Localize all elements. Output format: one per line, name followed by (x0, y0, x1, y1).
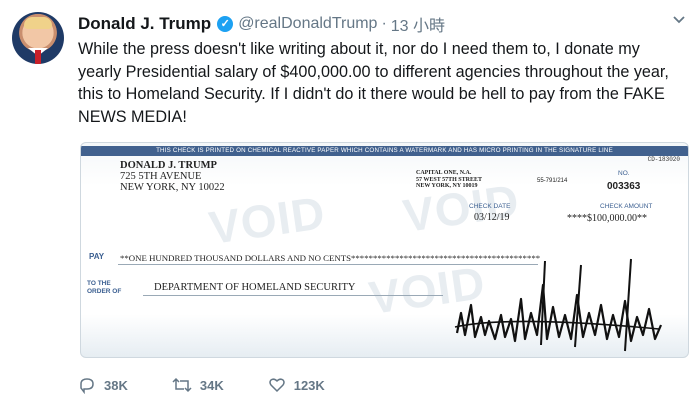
owner-street: 725 5TH AVENUE (120, 171, 202, 182)
reply-button[interactable]: 38K (78, 376, 128, 394)
payee-line (143, 295, 443, 296)
security-strip: THIS CHECK IS PRINTED ON CHEMICAL REACTI… (81, 146, 688, 156)
check-number-label: NO. (618, 170, 630, 177)
check-image[interactable]: THIS CHECK IS PRINTED ON CHEMICAL REACTI… (80, 142, 689, 358)
signature-graphic (454, 258, 663, 352)
verified-badge-icon: ✓ (217, 16, 234, 32)
payee-name: DEPARTMENT OF HOMELAND SECURITY (154, 282, 356, 293)
check-date: 03/12/19 (474, 212, 510, 223)
user-handle[interactable]: @realDonaldTrump (238, 15, 377, 33)
void-watermark: VOID (205, 186, 329, 254)
separator-dot: · (381, 15, 387, 32)
check-date-label: CHECK DATE (469, 203, 511, 210)
chevron-down-icon[interactable] (672, 12, 686, 30)
routing-fraction: 55-791/214 (537, 178, 568, 184)
check-amount: ****$100,000.00** (567, 213, 647, 224)
check-id: CD-183020 (647, 156, 680, 163)
check-number: 003363 (607, 181, 641, 192)
tweet-text: While the press doesn't like writing abo… (78, 40, 669, 126)
owner-city: NEW YORK, NY 10022 (120, 182, 225, 193)
avatar[interactable] (12, 12, 64, 64)
account-holder: DONALD J. TRUMP 725 5TH AVENUE NEW YORK,… (120, 160, 225, 193)
tweet-actions: 38K 34K 123K (78, 376, 369, 394)
heart-icon (268, 378, 285, 393)
display-name[interactable]: Donald J. Trump (78, 14, 211, 34)
retweet-icon (172, 377, 192, 393)
order-label-line1: TO THE (87, 280, 111, 287)
order-label: TO THE ORDER OF (87, 280, 121, 295)
check-amount-label: CHECK AMOUNT (600, 203, 653, 210)
retweet-button[interactable]: 34K (172, 376, 224, 394)
bank-address: CAPITAL ONE, N.A. 57 WEST 57TH STREET NE… (416, 170, 482, 190)
like-button[interactable]: 123K (268, 376, 325, 394)
retweet-count: 34K (199, 377, 224, 393)
bank-city: NEW YORK, NY 10019 (416, 183, 478, 189)
pay-label: PAY (89, 252, 105, 261)
avatar-tie (35, 50, 41, 64)
timestamp[interactable]: 13 小時 (391, 12, 445, 36)
tweet-header: Donald J. Trump ✓ @realDonaldTrump · 13 … (78, 13, 445, 35)
reply-icon (80, 378, 94, 394)
order-label-line2: ORDER OF (87, 287, 122, 295)
reply-count: 38K (104, 377, 128, 393)
owner-name: DONALD J. TRUMP (120, 160, 217, 171)
avatar-hair (24, 17, 52, 29)
like-count: 123K (293, 377, 325, 393)
tweet-card: Donald J. Trump ✓ @realDonaldTrump · 13 … (0, 0, 700, 409)
